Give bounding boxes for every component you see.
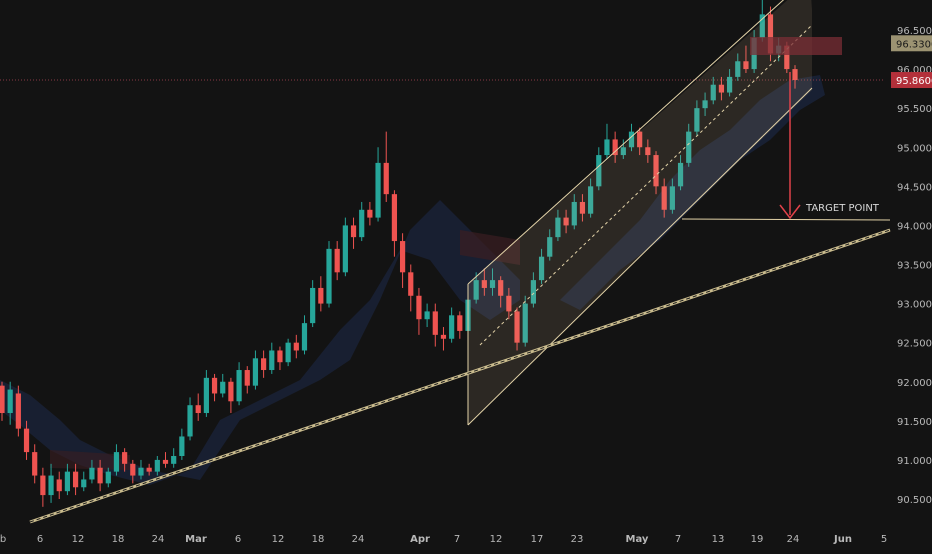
candle-body	[105, 471, 111, 484]
candle-body	[32, 452, 38, 476]
candle-body	[56, 479, 62, 492]
x-tick-label: 12	[272, 534, 285, 545]
candle-body	[146, 467, 152, 472]
candle-body	[301, 323, 308, 351]
candle-body	[457, 315, 463, 331]
candle-body	[89, 467, 95, 480]
candle-body	[187, 405, 193, 437]
candle-body	[440, 334, 447, 339]
resistance-box	[750, 37, 842, 55]
y-tick-label: 95.5000	[897, 104, 932, 115]
x-tick-label: 19	[751, 534, 764, 545]
candle-body	[244, 370, 250, 386]
x-tick-label: 6	[235, 534, 241, 545]
candle-body	[113, 452, 120, 472]
candle-body	[326, 248, 332, 304]
y-tick-label: 93.0000	[897, 300, 932, 311]
candle-body	[285, 342, 291, 363]
x-tick-label: 24	[352, 534, 365, 545]
x-tick-label: 6	[37, 534, 43, 545]
candle-body	[310, 287, 316, 324]
candle-body	[211, 377, 218, 394]
y-tick-label: 91.0000	[897, 456, 932, 467]
x-tick-label: 24	[152, 534, 165, 545]
x-tick-label: 24	[787, 534, 800, 545]
y-tick-label: 93.5000	[897, 261, 932, 272]
y-tick-label: 90.5000	[897, 495, 932, 506]
candle-body	[23, 428, 30, 453]
candle-body	[0, 385, 5, 414]
candle-body	[269, 350, 275, 371]
candle-body	[122, 452, 128, 464]
candle-body	[399, 241, 406, 273]
candle-body	[162, 459, 169, 464]
y-tick-label: 95.0000	[897, 143, 932, 154]
candle-body	[367, 209, 373, 218]
x-tick-label: 7	[454, 534, 460, 545]
y-tick-label: 92.5000	[897, 339, 932, 350]
candle-body	[375, 162, 381, 218]
candle-body	[236, 370, 242, 402]
x-tick-label: 12	[490, 534, 503, 545]
candle-body	[15, 393, 21, 429]
candle-body	[293, 342, 299, 351]
candle-body	[64, 471, 71, 492]
y-tick-label: 91.5000	[897, 417, 932, 428]
y-tick-label: 92.0000	[897, 378, 932, 389]
candle-body	[220, 381, 226, 394]
candle-body	[81, 479, 87, 488]
x-tick-label: Mar	[185, 534, 207, 545]
x-tick-label: 23	[571, 534, 584, 545]
candle-body	[154, 459, 160, 472]
candle-body	[424, 311, 430, 320]
x-tick-label: eb	[0, 534, 6, 545]
candle-body	[604, 139, 610, 156]
candle-body	[40, 475, 46, 496]
candle-body	[416, 295, 422, 320]
candle-body	[342, 225, 348, 273]
candle-body	[318, 287, 324, 304]
x-tick-label: 7	[675, 534, 681, 545]
candle-body	[72, 471, 79, 488]
candle-body	[432, 311, 438, 335]
x-tick-label: 18	[312, 534, 325, 545]
last-price-label-text: 95.8600	[896, 76, 932, 87]
candle-body	[252, 358, 259, 386]
candle-body	[138, 467, 144, 476]
x-tick-label: May	[626, 534, 649, 545]
x-tick-label: Jun	[833, 534, 852, 545]
candle-body	[334, 248, 340, 273]
candle-body	[391, 194, 398, 242]
candle-body	[195, 405, 201, 414]
x-tick-label: 12	[72, 534, 85, 545]
y-tick-label: 94.0000	[897, 221, 932, 232]
candle-body	[261, 358, 267, 371]
candle-body	[359, 209, 365, 238]
x-tick-label: 13	[712, 534, 725, 545]
candle-body	[7, 389, 13, 414]
candle-body	[383, 162, 389, 195]
x-tick-label: Apr	[410, 534, 430, 545]
chart-canvas[interactable]: TARGET POINT 96.500096.000095.500095.000…	[0, 0, 932, 550]
candle-body	[228, 381, 234, 402]
x-tick-label: 18	[112, 534, 125, 545]
candle-body	[203, 377, 209, 414]
upper-box-label-text: 96.3300	[896, 39, 932, 50]
candle-body	[97, 467, 103, 484]
x-tick-label: 5	[881, 534, 887, 545]
candle-body	[48, 475, 54, 496]
y-tick-label: 94.5000	[897, 182, 932, 193]
candle-body	[449, 315, 455, 339]
candle-body	[179, 436, 185, 457]
candle-body	[350, 225, 357, 238]
price-chart[interactable]: TARGET POINT 96.500096.000095.500095.000…	[0, 0, 932, 550]
candle-body	[171, 456, 177, 464]
candle-body	[277, 350, 283, 363]
target-point-label: TARGET POINT	[805, 203, 880, 214]
candle-body	[408, 272, 414, 296]
x-tick-label: 17	[531, 534, 544, 545]
candle-body	[130, 463, 136, 476]
